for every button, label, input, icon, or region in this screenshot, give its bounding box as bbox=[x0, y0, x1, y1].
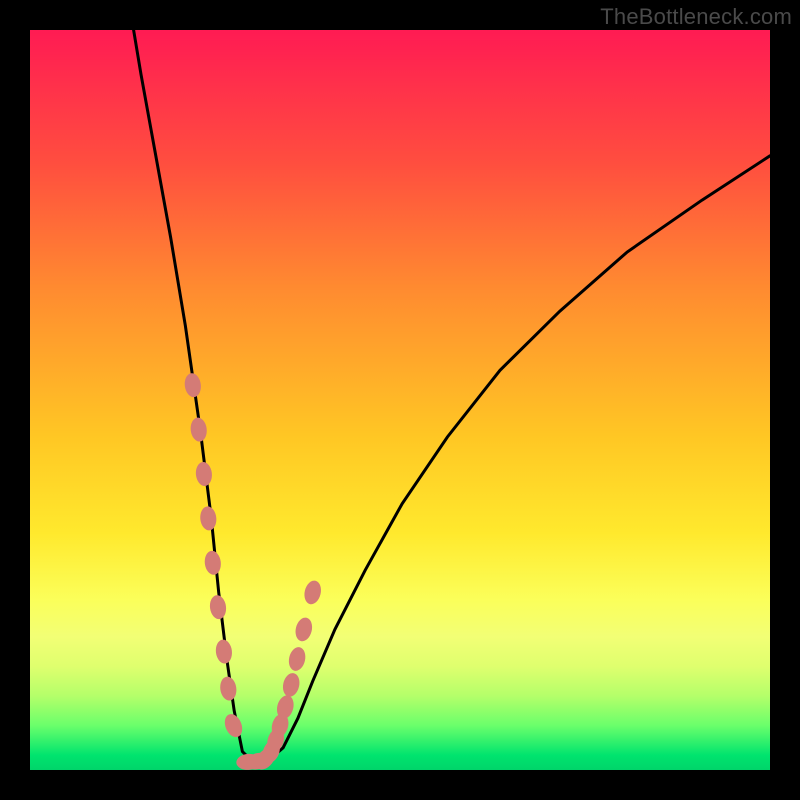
data-marker bbox=[183, 372, 202, 398]
data-marker bbox=[219, 676, 238, 702]
data-marker bbox=[208, 594, 227, 620]
data-marker bbox=[215, 639, 234, 665]
data-marker bbox=[293, 616, 314, 643]
data-marker bbox=[203, 550, 222, 576]
data-marker bbox=[199, 506, 217, 531]
data-marker bbox=[222, 711, 246, 739]
data-marker bbox=[302, 579, 323, 606]
data-marker bbox=[281, 671, 302, 698]
data-marker bbox=[287, 646, 308, 673]
plot-area bbox=[30, 30, 770, 770]
chart-frame: TheBottleneck.com bbox=[0, 0, 800, 800]
data-marker bbox=[189, 417, 208, 443]
data-marker bbox=[195, 461, 213, 486]
chart-svg bbox=[30, 30, 770, 770]
watermark-label: TheBottleneck.com bbox=[600, 4, 792, 30]
